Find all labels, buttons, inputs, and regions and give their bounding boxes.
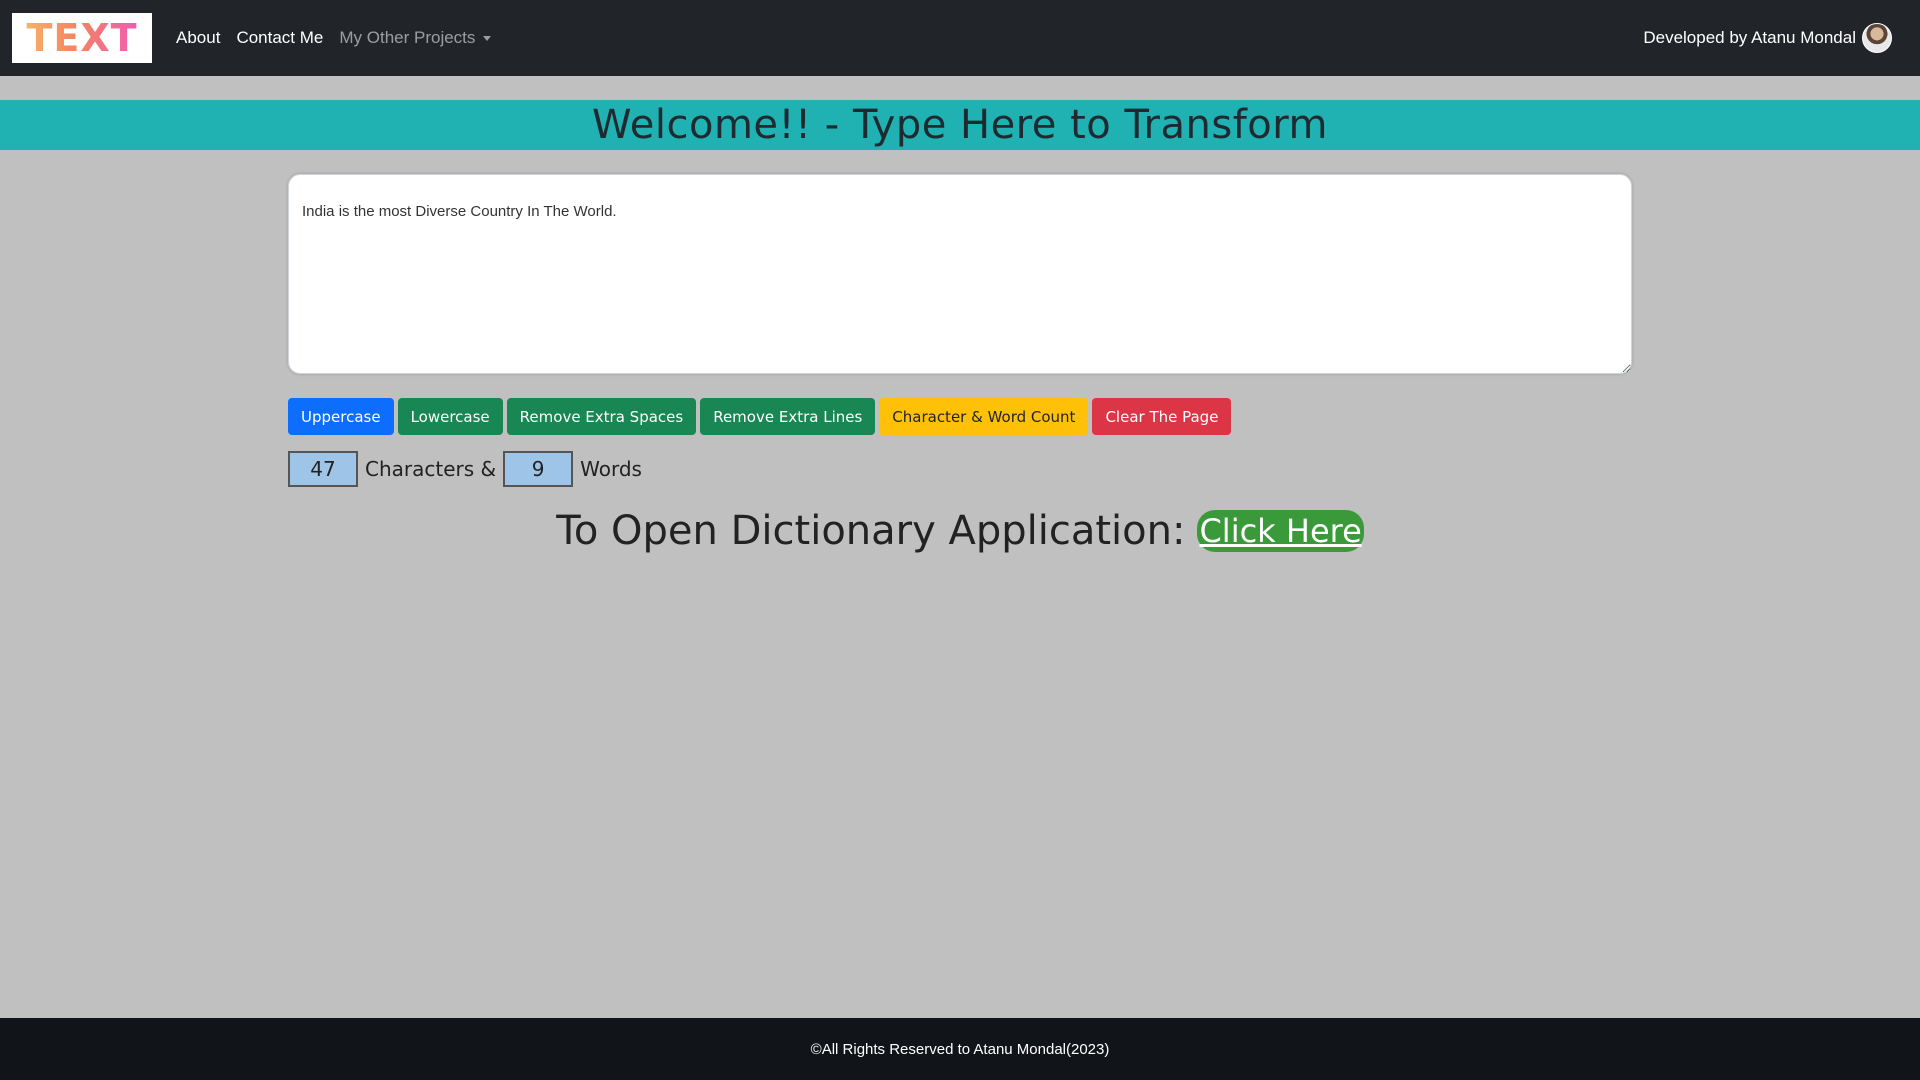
uppercase-button[interactable]: Uppercase	[288, 398, 394, 435]
nav-link-about[interactable]: About	[176, 28, 220, 48]
remove-extra-spaces-button[interactable]: Remove Extra Spaces	[506, 398, 697, 435]
action-buttons: Uppercase Lowercase Remove Extra Spaces …	[288, 398, 1232, 435]
avatar	[1862, 23, 1892, 53]
word-count-button[interactable]: Character & Word Count	[879, 398, 1089, 435]
developer-credit: Developed by Atanu Mondal	[1643, 0, 1892, 76]
nav-links: About Contact Me My Other Projects	[176, 0, 492, 76]
words-label: Words	[580, 457, 642, 481]
page-title: Welcome!! - Type Here to Transform	[592, 102, 1328, 148]
word-count: 9	[503, 451, 574, 487]
clear-page-button[interactable]: Clear The Page	[1092, 398, 1232, 435]
brand-logo-text: TEXT	[26, 16, 138, 60]
characters-label: Characters &	[365, 457, 497, 481]
dictionary-text: To Open Dictionary Application:	[556, 508, 1186, 554]
navbar: TEXT About Contact Me My Other Projects …	[0, 0, 1920, 76]
character-count: 47	[288, 451, 358, 487]
developer-text: Developed by Atanu Mondal	[1643, 28, 1856, 47]
welcome-banner: Welcome!! - Type Here to Transform	[0, 100, 1920, 150]
count-summary: 47 Characters & 9 Words	[288, 451, 642, 487]
dictionary-link[interactable]: Click Here	[1197, 510, 1364, 552]
brand-logo[interactable]: TEXT	[12, 13, 152, 63]
remove-extra-lines-button[interactable]: Remove Extra Lines	[700, 398, 876, 435]
nav-link-contact[interactable]: Contact Me	[236, 28, 323, 48]
dictionary-prompt: To Open Dictionary Application: Click He…	[0, 508, 1920, 554]
footer: ©All Rights Reserved to Atanu Mondal(202…	[0, 1018, 1920, 1080]
lowercase-button[interactable]: Lowercase	[397, 398, 503, 435]
nav-dropdown-other-projects[interactable]: My Other Projects	[339, 28, 492, 48]
caret-down-icon	[483, 35, 492, 41]
nav-dropdown-label: My Other Projects	[339, 28, 476, 47]
footer-text: ©All Rights Reserved to Atanu Mondal(202…	[810, 1040, 1110, 1058]
text-input[interactable]	[288, 174, 1632, 374]
